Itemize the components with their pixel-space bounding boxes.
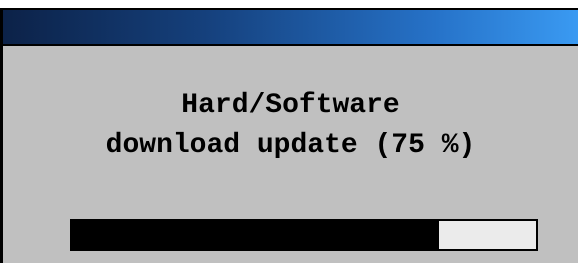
title-bar [3, 10, 578, 46]
progress-bar [70, 219, 538, 251]
message-line-2: download update (75 %) [105, 130, 476, 161]
update-dialog: Hard/Software download update (75 %) [0, 8, 578, 263]
progress-bar-fill [72, 221, 439, 249]
update-message: Hard/Software download update (75 %) [3, 86, 578, 166]
message-line-1: Hard/Software [181, 90, 400, 121]
